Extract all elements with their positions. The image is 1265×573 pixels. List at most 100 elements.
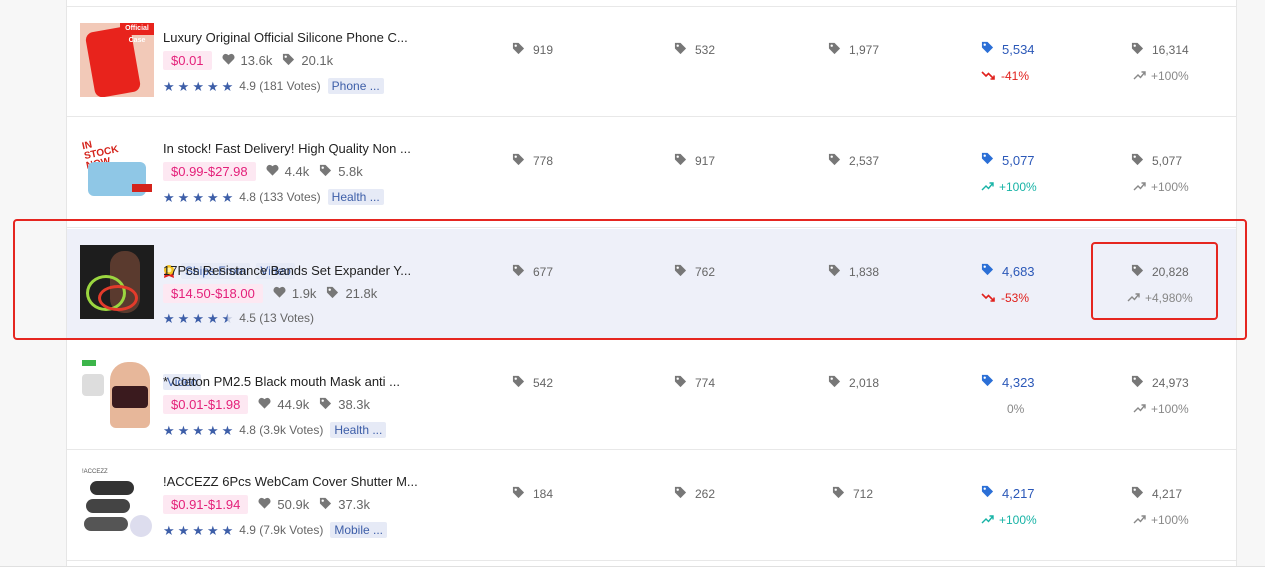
rating-text: 4.8 (133 Votes) bbox=[239, 190, 321, 204]
metric-col-5-change: +100% bbox=[1133, 402, 1189, 416]
likes-stat: 13.6k bbox=[222, 53, 272, 68]
star-icon: ★ bbox=[192, 189, 204, 205]
product-title[interactable]: * Cotton PM2.5 Black mouth Mask anti ... bbox=[163, 374, 400, 389]
table-row[interactable]: Video * Cotton PM2.5 Black mouth Mask an… bbox=[67, 340, 1236, 450]
tag-icon bbox=[981, 374, 994, 390]
rating-text: 4.8 (3.9k Votes) bbox=[239, 423, 324, 437]
tag-icon bbox=[828, 42, 841, 58]
orders-stat: 5.8k bbox=[319, 164, 363, 180]
product-thumbnail[interactable]: IN STOCK NOW bbox=[80, 134, 154, 208]
category-tag[interactable]: Health ... bbox=[330, 422, 387, 438]
star-icon: ★ bbox=[177, 422, 190, 438]
trend-up-icon bbox=[1133, 513, 1146, 527]
metric-col-3: 2,537 bbox=[828, 153, 879, 169]
metric-col-4-change: -41% bbox=[981, 69, 1029, 83]
metric-col-1: 542 bbox=[512, 375, 553, 391]
metric-col-4: 5,534 bbox=[981, 41, 1035, 57]
product-meta: $0.91-$1.94 50.9k 37.3k bbox=[163, 495, 370, 514]
price-badge: $0.01 bbox=[163, 51, 212, 70]
product-meta: $0.99-$27.98 4.4k 5.8k bbox=[163, 162, 363, 181]
metric-col-3: 2,018 bbox=[828, 375, 879, 391]
table-row[interactable]: !ACCEZZ !ACCEZZ 6Pcs WebCam Cover Shutte… bbox=[67, 451, 1236, 561]
tag-icon bbox=[512, 153, 525, 169]
rating: ★ ★ ★ ★ ★ 4.8 (3.9k Votes) Health ... bbox=[163, 422, 387, 438]
rating-text: 4.9 (7.9k Votes) bbox=[239, 523, 324, 537]
star-icon: ★ bbox=[221, 78, 234, 94]
metric-col-5: 5,077 bbox=[1131, 153, 1182, 169]
metric-col-5-change: +100% bbox=[1133, 69, 1189, 83]
product-thumbnail[interactable] bbox=[80, 356, 154, 430]
star-icon: ★ bbox=[221, 522, 234, 538]
star-icon: ★ bbox=[221, 189, 234, 205]
metric-col-4-change: +100% bbox=[981, 180, 1037, 194]
table-row[interactable]: IN STOCK NOW In stock! Fast Delivery! Hi… bbox=[67, 118, 1236, 228]
metric-col-2: 532 bbox=[674, 42, 715, 58]
selected-cell-highlight bbox=[1091, 242, 1218, 320]
tag-icon bbox=[981, 152, 994, 168]
tag-icon bbox=[832, 486, 845, 502]
tag-icon bbox=[981, 485, 994, 501]
rating: ★ ★ ★ ★ ★ 4.9 (181 Votes) Phone ... bbox=[163, 78, 384, 94]
product-meta: $0.01-$1.98 44.9k 38.3k bbox=[163, 395, 370, 414]
metric-col-4: 4,217 bbox=[981, 485, 1035, 501]
star-icon: ★ bbox=[177, 189, 190, 205]
orders-stat: 20.1k bbox=[282, 53, 333, 69]
product-title[interactable]: In stock! Fast Delivery! High Quality No… bbox=[163, 141, 411, 156]
orders-stat: 37.3k bbox=[319, 497, 370, 513]
star-icon: ★ bbox=[206, 78, 219, 94]
tag-icon bbox=[981, 41, 994, 57]
trend-down-icon bbox=[981, 69, 996, 83]
product-thumbnail[interactable]: !ACCEZZ bbox=[80, 467, 154, 541]
star-icon: ★ bbox=[192, 422, 204, 438]
price-badge: $0.99-$27.98 bbox=[163, 162, 256, 181]
metric-col-5-change: +100% bbox=[1133, 180, 1189, 194]
tag-icon bbox=[282, 53, 295, 69]
metric-col-2: 917 bbox=[674, 153, 715, 169]
metric-col-3: 712 bbox=[832, 486, 873, 502]
star-icon: ★ bbox=[163, 422, 175, 438]
metric-col-4: 4,323 bbox=[981, 374, 1035, 390]
star-icon: ★ bbox=[192, 522, 204, 538]
product-thumbnail[interactable]: Official Case bbox=[80, 23, 154, 97]
star-icon: ★ bbox=[163, 522, 175, 538]
star-icon: ★ bbox=[192, 78, 204, 94]
category-tag[interactable]: Health ... bbox=[327, 189, 384, 205]
star-icon: ★ bbox=[206, 522, 219, 538]
table-row[interactable]: Official Case Luxury Original Official S… bbox=[67, 7, 1236, 117]
trend-up-icon bbox=[1133, 180, 1146, 194]
metric-col-5: 24,973 bbox=[1131, 375, 1189, 391]
metric-col-2: 262 bbox=[674, 486, 715, 502]
metric-col-5: 16,314 bbox=[1131, 42, 1189, 58]
likes-stat: 44.9k bbox=[258, 397, 309, 412]
metric-col-1: 184 bbox=[512, 486, 553, 502]
tag-icon bbox=[674, 486, 687, 502]
trend-up-icon bbox=[1133, 402, 1146, 416]
metric-col-2: 774 bbox=[674, 375, 715, 391]
metric-col-1: 919 bbox=[512, 42, 553, 58]
tag-icon bbox=[828, 153, 841, 169]
product-meta: $0.01 13.6k 20.1k bbox=[163, 51, 333, 70]
trend-up-icon bbox=[981, 513, 994, 527]
star-icon: ★ bbox=[177, 522, 190, 538]
tag-icon bbox=[1131, 42, 1144, 58]
heart-icon bbox=[222, 53, 235, 68]
rating: ★ ★ ★ ★ ★ 4.8 (133 Votes) Health ... bbox=[163, 189, 384, 205]
star-icon: ★ bbox=[163, 189, 175, 205]
star-icon: ★ bbox=[206, 189, 219, 205]
selected-row-highlight bbox=[13, 219, 1247, 340]
metric-col-5: 4,217 bbox=[1131, 486, 1182, 502]
product-title[interactable]: !ACCEZZ 6Pcs WebCam Cover Shutter M... bbox=[163, 474, 418, 489]
metric-col-4-change: +100% bbox=[981, 513, 1037, 527]
category-tag[interactable]: Mobile ... bbox=[330, 522, 388, 538]
metric-col-3: 1,977 bbox=[828, 42, 879, 58]
metric-col-4-change: 0% bbox=[1007, 402, 1025, 416]
star-icon: ★ bbox=[177, 78, 190, 94]
tag-icon bbox=[828, 375, 841, 391]
price-badge: $0.91-$1.94 bbox=[163, 495, 249, 514]
tag-icon bbox=[1131, 486, 1144, 502]
star-icon: ★ bbox=[163, 78, 175, 94]
trend-up-icon bbox=[1133, 69, 1146, 83]
product-title[interactable]: Luxury Original Official Silicone Phone … bbox=[163, 30, 408, 45]
category-tag[interactable]: Phone ... bbox=[327, 78, 384, 94]
tag-icon bbox=[512, 375, 525, 391]
